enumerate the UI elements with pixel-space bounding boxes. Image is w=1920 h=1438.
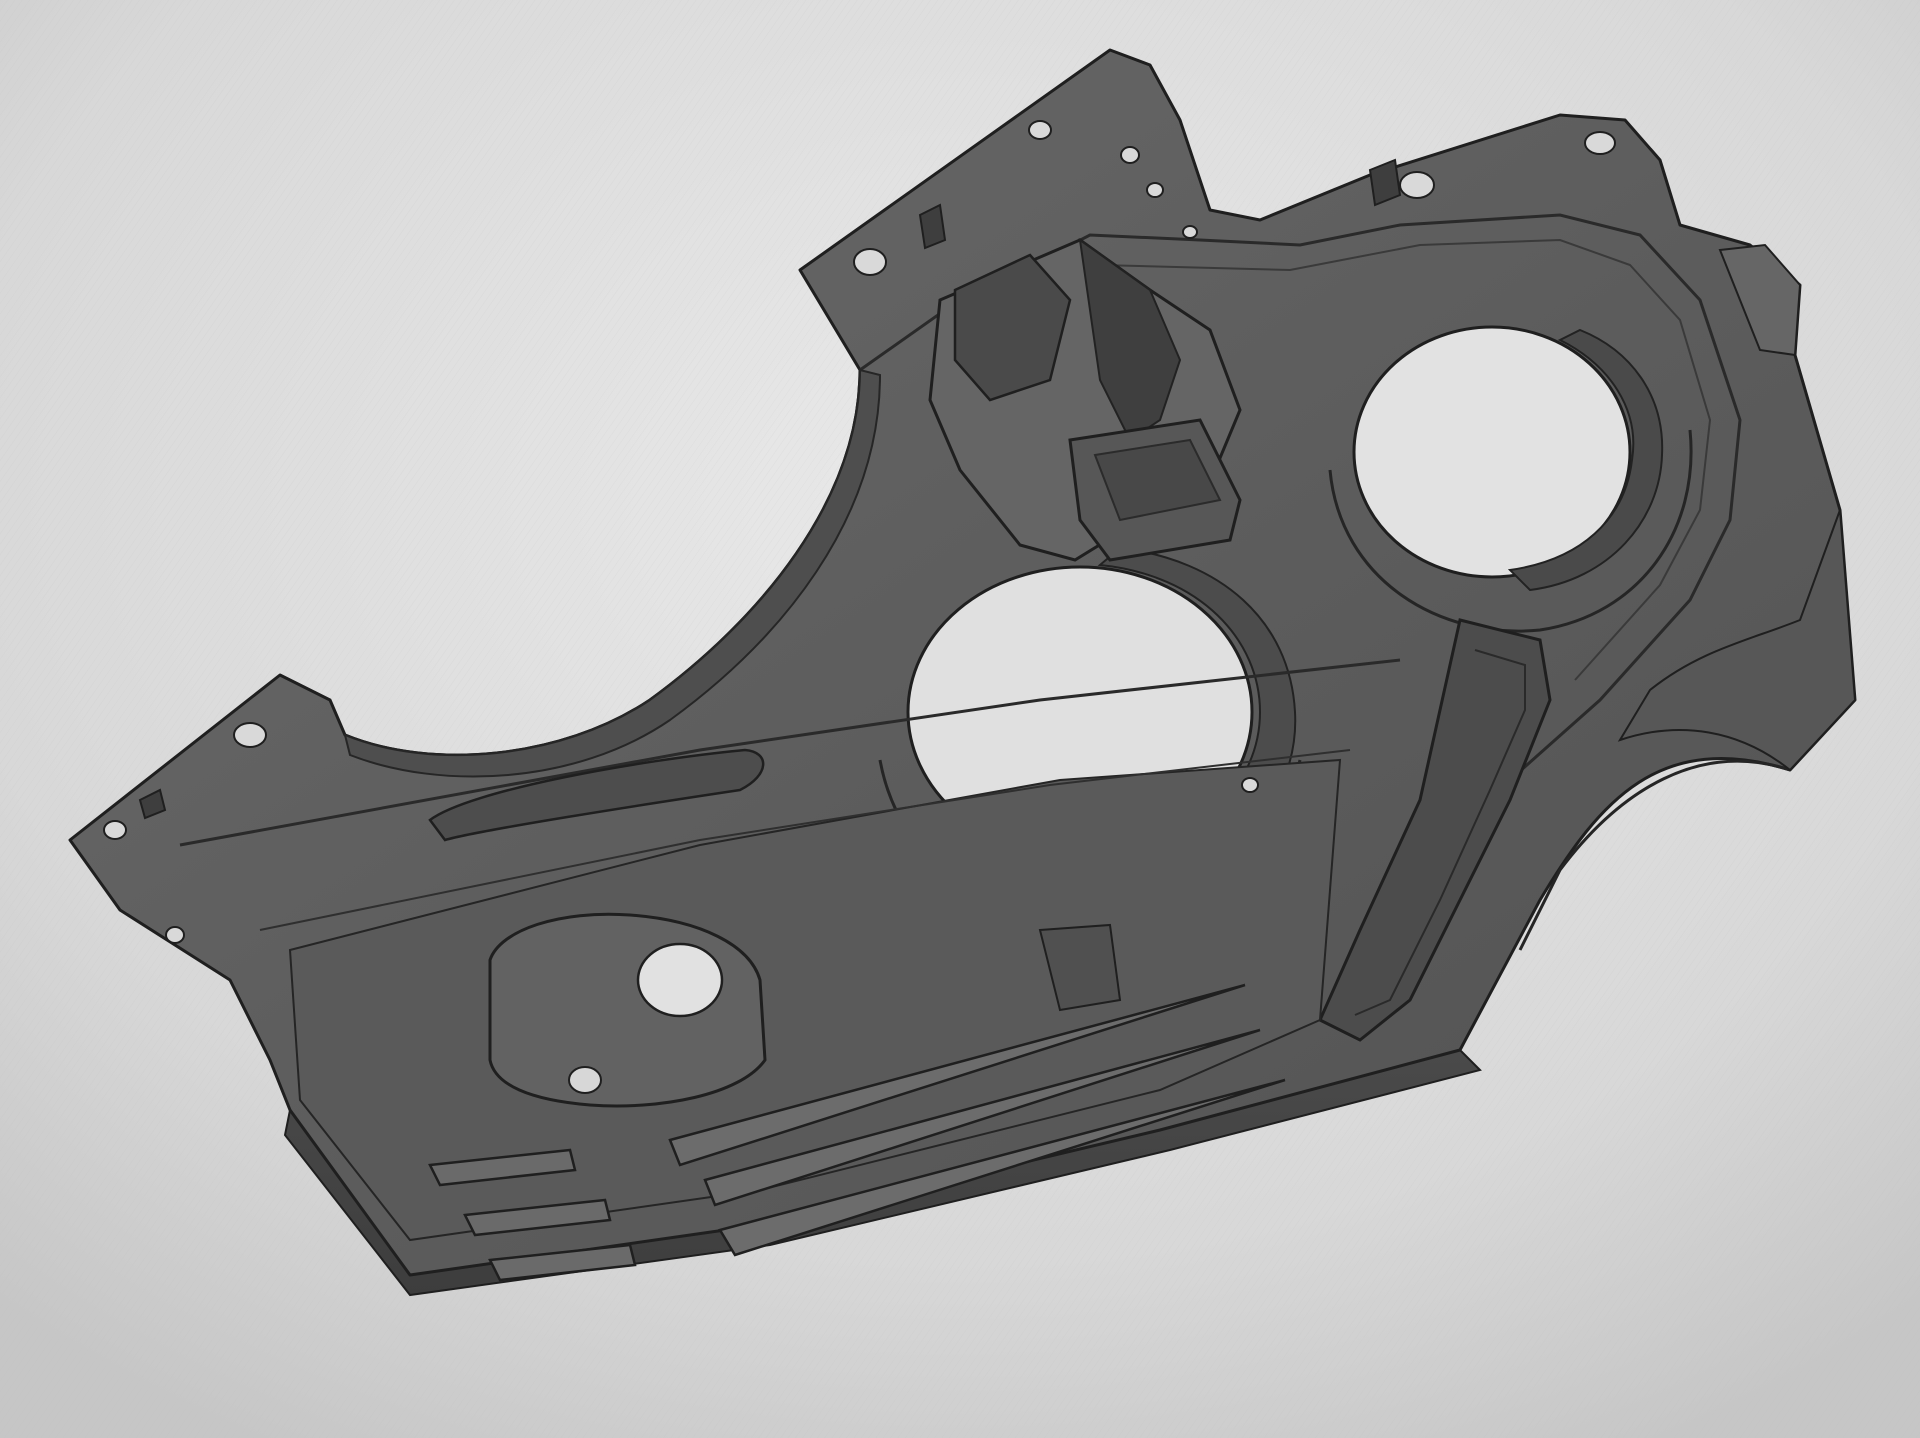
- bolt-hole: [1146, 182, 1164, 198]
- bolt-hole: [103, 820, 127, 840]
- lower-left-boss: [488, 912, 767, 1108]
- bolt-hole: [233, 722, 267, 748]
- bolt-hole: [1241, 777, 1259, 793]
- bolt-hole: [165, 926, 185, 944]
- bolt-hole: [1182, 225, 1198, 239]
- lower-left-boss-hole: [636, 942, 724, 1018]
- lower-left-small-hole: [568, 1066, 602, 1094]
- bolt-hole: [1028, 120, 1052, 140]
- bolt-hole: [1584, 131, 1616, 155]
- bolt-hole: [1399, 171, 1435, 199]
- photo-scene: [0, 0, 1920, 1438]
- bolt-hole: [853, 248, 887, 276]
- bolt-hole: [1120, 146, 1140, 164]
